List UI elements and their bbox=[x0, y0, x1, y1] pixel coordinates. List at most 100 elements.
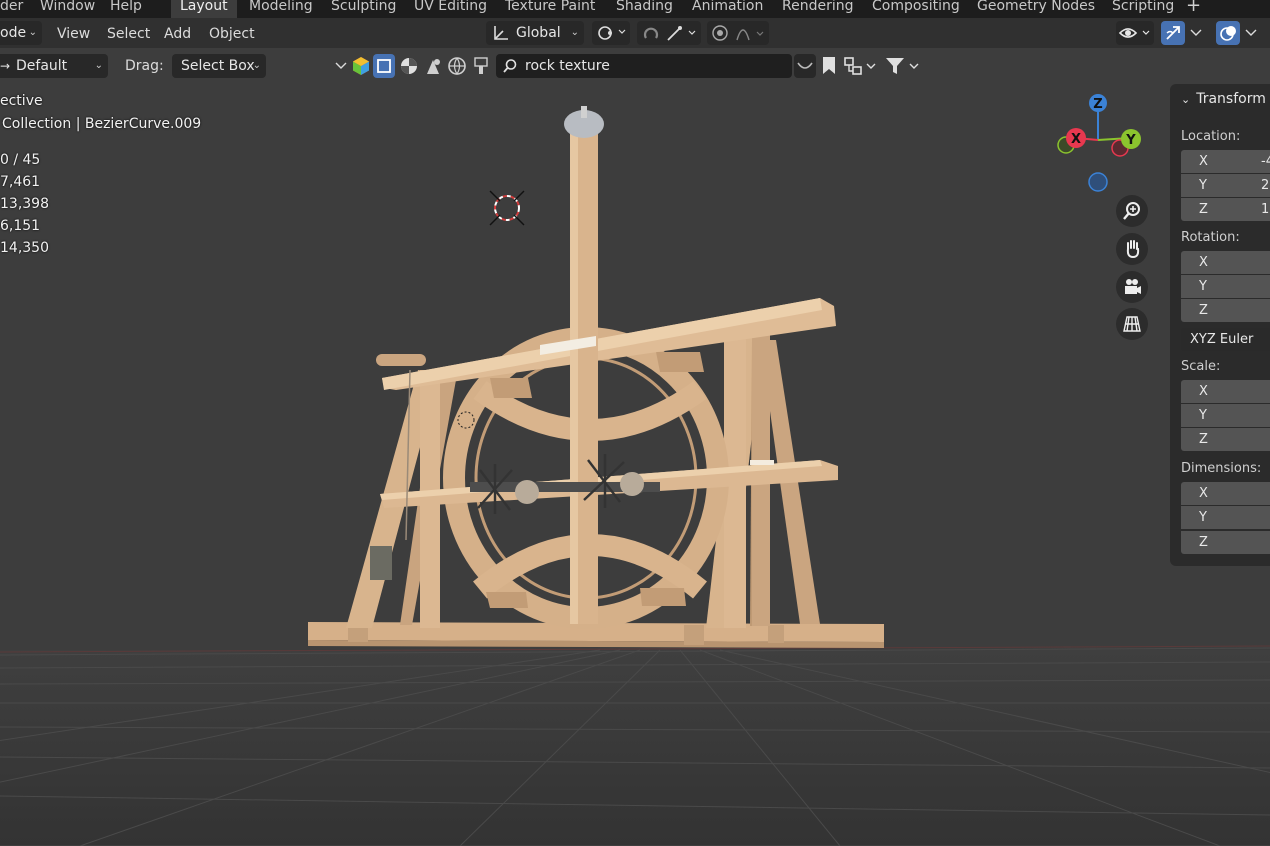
axis-z-label: Z bbox=[1093, 97, 1102, 112]
menu-help[interactable]: Help bbox=[110, 0, 142, 18]
camera-view-button[interactable] bbox=[1116, 271, 1148, 303]
dimensions-z-field[interactable]: Z bbox=[1181, 531, 1270, 554]
viewport-header: ode ⌄ View Select Add Object Global ⌄ bbox=[0, 18, 1270, 48]
world-icon[interactable] bbox=[447, 56, 467, 76]
hierarchy-icon[interactable] bbox=[843, 56, 877, 76]
visibility-dropdown[interactable] bbox=[1116, 21, 1154, 45]
tab-uv-editing[interactable]: UV Editing bbox=[414, 0, 487, 18]
chevron-down-icon: ⌄ bbox=[252, 60, 261, 71]
transform-pivot-label: Default bbox=[16, 58, 68, 74]
location-y-field[interactable]: Y 2 bbox=[1181, 174, 1270, 197]
dimensions-x-field[interactable]: X bbox=[1181, 482, 1270, 505]
tab-layout[interactable]: Layout bbox=[171, 0, 237, 18]
rotation-y-field[interactable]: Y bbox=[1181, 275, 1270, 298]
transform-pivot-dropdown[interactable]: → Default ⌄ bbox=[0, 54, 108, 78]
chevron-down-icon[interactable] bbox=[334, 60, 348, 72]
tab-rendering[interactable]: Rendering bbox=[782, 0, 854, 18]
rotation-z-field[interactable]: Z bbox=[1181, 299, 1270, 322]
menu-view[interactable]: View bbox=[57, 24, 90, 44]
tab-texture-paint[interactable]: Texture Paint bbox=[505, 0, 595, 18]
falloff-curve-icon[interactable] bbox=[735, 24, 767, 42]
tab-sculpting[interactable]: Sculpting bbox=[331, 0, 396, 18]
zoom-button[interactable] bbox=[1116, 195, 1148, 227]
mode-dropdown[interactable]: ode ⌄ bbox=[0, 21, 42, 45]
search-icon bbox=[503, 59, 517, 73]
show-overlays-toggle[interactable] bbox=[1216, 21, 1240, 45]
ortho-grid-icon bbox=[1123, 316, 1141, 332]
bookmark-icon[interactable] bbox=[821, 56, 837, 76]
drag-value: Select Box bbox=[181, 58, 255, 74]
axis-label: Z bbox=[1199, 303, 1208, 318]
axis-label: Y bbox=[1199, 510, 1207, 525]
chevron-down-icon: ⌄ bbox=[1181, 93, 1191, 106]
snap-target-icon[interactable] bbox=[665, 23, 699, 43]
scale-y-field[interactable]: Y bbox=[1181, 404, 1270, 427]
eye-icon bbox=[1118, 28, 1150, 38]
chevron-down-icon: ⌄ bbox=[28, 27, 37, 38]
menu-blender[interactable]: der bbox=[0, 0, 23, 18]
tab-shading[interactable]: Shading bbox=[616, 0, 673, 18]
snap-magnet-icon[interactable] bbox=[641, 23, 661, 43]
axis-label: X bbox=[1199, 384, 1208, 399]
transform-panel-header[interactable]: ⌄ Transform bbox=[1181, 91, 1266, 107]
workspace-tab-bar: der Window Help Layout Modeling Sculptin… bbox=[0, 0, 1270, 18]
gizmo-axis-y[interactable]: Y bbox=[1121, 129, 1141, 149]
light-icon[interactable] bbox=[423, 56, 443, 76]
menu-add[interactable]: Add bbox=[164, 24, 191, 44]
location-label: Location: bbox=[1181, 129, 1241, 144]
axis-label: X bbox=[1199, 154, 1208, 169]
gizmo-arrow-icon bbox=[1166, 26, 1180, 40]
drag-dropdown[interactable]: Select Box ⌄ bbox=[172, 54, 266, 78]
search-input: rock texture bbox=[525, 58, 610, 74]
menu-object[interactable]: Object bbox=[209, 24, 255, 44]
stat-edges: 13,398 bbox=[0, 196, 49, 212]
axis-label: Y bbox=[1199, 279, 1207, 294]
view-name-label: ective bbox=[0, 93, 43, 109]
dimensions-label: Dimensions: bbox=[1181, 461, 1262, 476]
chevron-down-icon[interactable] bbox=[1189, 27, 1203, 39]
gizmo-axis-x[interactable]: X bbox=[1066, 128, 1086, 148]
tab-geometry-nodes[interactable]: Geometry Nodes bbox=[977, 0, 1095, 18]
camera-icon bbox=[1125, 279, 1141, 294]
drag-label: Drag: bbox=[125, 58, 164, 74]
add-workspace-button[interactable]: + bbox=[1186, 0, 1201, 18]
tab-animation[interactable]: Animation bbox=[692, 0, 763, 18]
navigation-gizmo[interactable]: Z X Y bbox=[1050, 92, 1150, 196]
tab-scripting[interactable]: Scripting bbox=[1112, 0, 1174, 18]
color-cube-icon[interactable] bbox=[351, 56, 371, 76]
filter-mesh-toggle[interactable] bbox=[373, 54, 395, 78]
search-field[interactable]: rock texture bbox=[496, 54, 792, 78]
filter-funnel-toggle[interactable] bbox=[794, 54, 816, 78]
show-gizmo-toggle[interactable] bbox=[1161, 21, 1185, 45]
transform-orientation-dropdown[interactable]: Global ⌄ bbox=[486, 21, 584, 45]
rotation-mode-dropdown[interactable]: XYZ Euler bbox=[1181, 328, 1270, 351]
axis-label: Z bbox=[1199, 202, 1208, 217]
dimensions-y-field[interactable]: Y bbox=[1181, 506, 1270, 529]
axis-label: Y bbox=[1199, 178, 1207, 193]
stat-faces: 6,151 bbox=[0, 218, 41, 234]
menu-window[interactable]: Window bbox=[40, 0, 95, 18]
location-x-field[interactable]: X -4 bbox=[1181, 150, 1270, 173]
scale-z-field[interactable]: Z bbox=[1181, 428, 1270, 451]
snapping-group bbox=[637, 21, 701, 45]
proportional-edit-icon[interactable] bbox=[711, 24, 729, 42]
tool-settings-bar: → Default ⌄ Drag: Select Box ⌄ rock text… bbox=[0, 48, 1270, 84]
tab-compositing[interactable]: Compositing bbox=[872, 0, 960, 18]
brush-icon[interactable] bbox=[471, 56, 491, 76]
pan-hand-icon bbox=[1126, 240, 1140, 259]
gizmo-axis-z[interactable]: Z bbox=[1089, 94, 1107, 112]
ortho-toggle-button[interactable] bbox=[1116, 308, 1148, 340]
material-sphere-icon[interactable] bbox=[399, 56, 419, 76]
location-z-field[interactable]: Z 1 bbox=[1181, 198, 1270, 221]
menu-select[interactable]: Select bbox=[107, 24, 150, 44]
pan-button[interactable] bbox=[1116, 233, 1148, 265]
scale-x-field[interactable]: X bbox=[1181, 380, 1270, 403]
pivot-link-icon bbox=[598, 26, 626, 40]
chevron-down-icon[interactable] bbox=[1244, 27, 1258, 39]
tab-modeling[interactable]: Modeling bbox=[249, 0, 313, 18]
pivot-point-button[interactable] bbox=[592, 21, 630, 45]
stat-objects: 0 / 45 bbox=[0, 152, 41, 168]
rotation-x-field[interactable]: X bbox=[1181, 251, 1270, 274]
filter-icon[interactable] bbox=[884, 56, 922, 76]
rotation-label: Rotation: bbox=[1181, 230, 1240, 245]
